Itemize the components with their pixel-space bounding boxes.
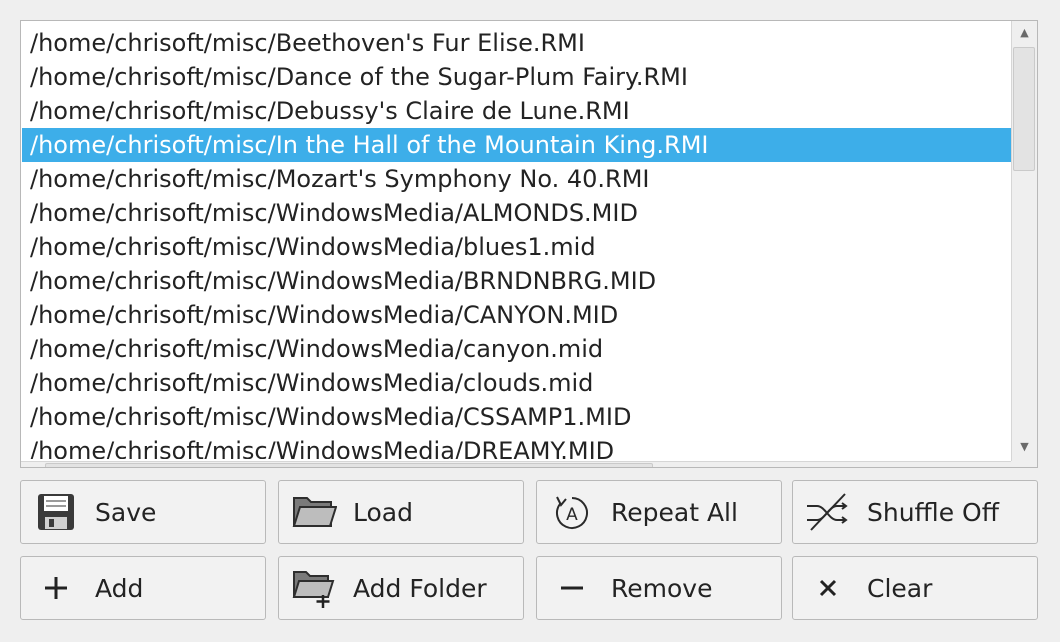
repeat-all-button[interactable]: A Repeat All xyxy=(536,480,782,544)
add-folder-button-label: Add Folder xyxy=(353,573,487,603)
clear-button-label: Clear xyxy=(867,573,933,603)
floppy-disk-icon xyxy=(31,490,81,534)
repeat-all-button-label: Repeat All xyxy=(611,497,738,527)
close-icon xyxy=(803,566,853,610)
save-button[interactable]: Save xyxy=(20,480,266,544)
shuffle-off-button-label: Shuffle Off xyxy=(867,497,999,527)
horizontal-scroll-thumb[interactable] xyxy=(45,463,653,467)
save-button-label: Save xyxy=(95,497,157,527)
playlist-rows[interactable]: /home/chrisoft/misc/Beethoven's Fur Elis… xyxy=(22,26,1012,459)
folder-add-icon xyxy=(289,566,339,610)
playlist-item[interactable]: /home/chrisoft/misc/WindowsMedia/ALMONDS… xyxy=(22,196,1012,230)
playlist-item[interactable]: /home/chrisoft/misc/WindowsMedia/blues1.… xyxy=(22,230,1012,264)
clear-button[interactable]: Clear xyxy=(792,556,1038,620)
playlist-item[interactable]: /home/chrisoft/misc/WindowsMedia/CSSAMP1… xyxy=(22,400,1012,434)
load-button[interactable]: Load xyxy=(278,480,524,544)
scroll-left-arrow-icon[interactable]: ◀ xyxy=(21,462,43,467)
repeat-all-icon: A xyxy=(547,490,597,534)
playlist-item[interactable]: /home/chrisoft/misc/Dance of the Sugar-P… xyxy=(22,60,1012,94)
playlist-item[interactable]: /home/chrisoft/misc/Mozart's Symphony No… xyxy=(22,162,1012,196)
minus-icon xyxy=(547,566,597,610)
scroll-down-arrow-icon[interactable]: ▼ xyxy=(1012,435,1037,457)
horizontal-scrollbar[interactable]: ◀ ▶ xyxy=(21,461,1011,467)
playlist-listbox[interactable]: /home/chrisoft/misc/Beethoven's Fur Elis… xyxy=(20,20,1038,468)
playlist-item[interactable]: /home/chrisoft/misc/WindowsMedia/BRNDNBR… xyxy=(22,264,1012,298)
playlist-item[interactable]: /home/chrisoft/misc/WindowsMedia/DREAMY.… xyxy=(22,434,1012,459)
vertical-scrollbar[interactable]: ▲ ▼ xyxy=(1011,21,1037,467)
shuffle-off-icon xyxy=(803,490,853,534)
svg-text:A: A xyxy=(566,505,578,525)
add-button-label: Add xyxy=(95,573,144,603)
playlist-item[interactable]: /home/chrisoft/misc/WindowsMedia/clouds.… xyxy=(22,366,1012,400)
playlist-item[interactable]: /home/chrisoft/misc/In the Hall of the M… xyxy=(22,128,1012,162)
add-button[interactable]: Add xyxy=(20,556,266,620)
add-folder-button[interactable]: Add Folder xyxy=(278,556,524,620)
playlist-item[interactable]: /home/chrisoft/misc/WindowsMedia/CANYON.… xyxy=(22,298,1012,332)
plus-icon xyxy=(31,566,81,610)
remove-button[interactable]: Remove xyxy=(536,556,782,620)
scrollbar-corner xyxy=(1011,461,1037,467)
playlist-item[interactable]: /home/chrisoft/misc/Beethoven's Fur Elis… xyxy=(22,26,1012,60)
shuffle-off-button[interactable]: Shuffle Off xyxy=(792,480,1038,544)
scroll-up-arrow-icon[interactable]: ▲ xyxy=(1012,21,1037,43)
vertical-scroll-thumb[interactable] xyxy=(1013,47,1035,171)
folder-open-icon xyxy=(289,490,339,534)
playlist-item[interactable]: /home/chrisoft/misc/WindowsMedia/canyon.… xyxy=(22,332,1012,366)
remove-button-label: Remove xyxy=(611,573,713,603)
load-button-label: Load xyxy=(353,497,413,527)
scroll-right-arrow-icon[interactable]: ▶ xyxy=(987,462,1009,467)
playlist-item[interactable]: /home/chrisoft/misc/Debussy's Claire de … xyxy=(22,94,1012,128)
